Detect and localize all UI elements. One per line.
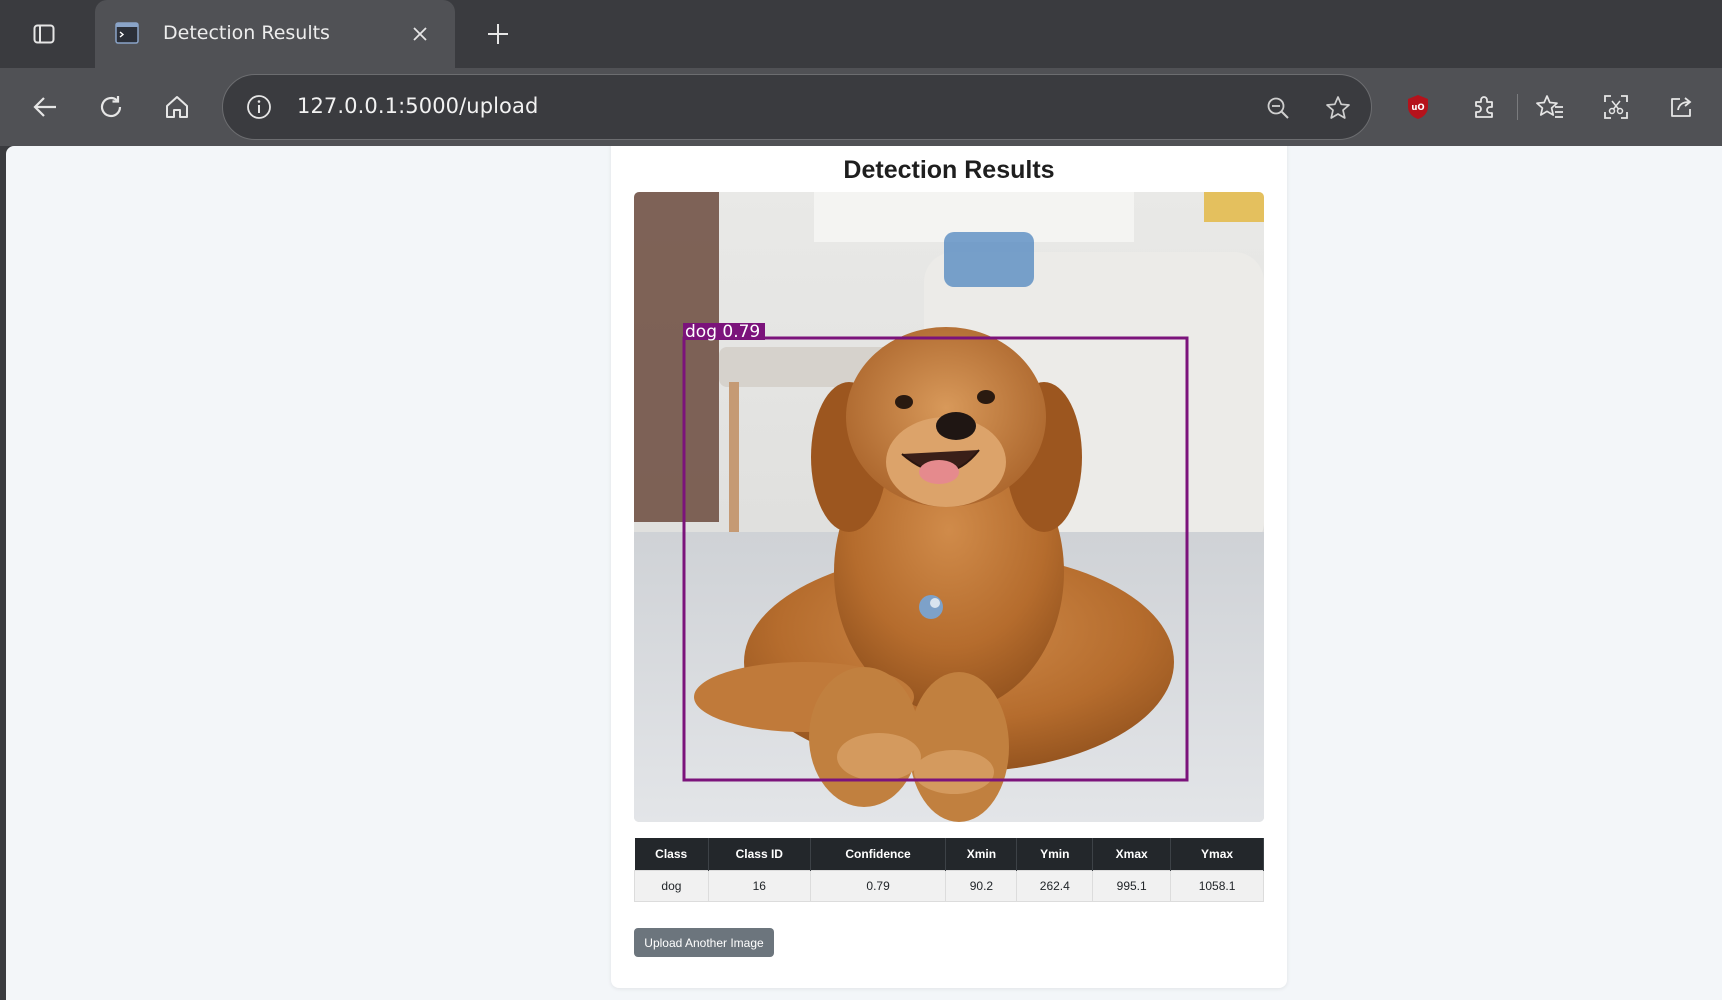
- url-text[interactable]: 127.0.0.1:5000/upload: [297, 94, 538, 118]
- column-header: Xmax: [1092, 838, 1172, 870]
- toolbar-divider: [1517, 94, 1518, 120]
- favorites-icon[interactable]: [1528, 85, 1572, 129]
- table-cell: 1058.1: [1170, 869, 1264, 902]
- page-title: Detection Results: [843, 156, 1055, 184]
- close-icon[interactable]: [405, 19, 435, 49]
- table-row: dog 16 0.79 90.2 262.4 995.1 1058.1: [634, 869, 1264, 902]
- plus-icon[interactable]: [476, 14, 520, 54]
- ublock-icon[interactable]: uO: [1396, 85, 1440, 129]
- svg-text:uO: uO: [1411, 103, 1424, 113]
- results-card: Detection Results dog 0.79 Class Class I…: [611, 146, 1287, 988]
- back-arrow-icon[interactable]: [23, 85, 67, 129]
- detection-result-image: dog 0.79: [634, 192, 1264, 822]
- zoom-out-icon[interactable]: [1261, 91, 1295, 125]
- tab-detection-results[interactable]: Detection Results: [95, 0, 455, 68]
- refresh-icon[interactable]: [89, 85, 133, 129]
- table-cell: 16: [707, 869, 811, 902]
- table-header-row: Class Class ID Confidence Xmin Ymin Xmax…: [634, 838, 1264, 870]
- tab-actions-icon[interactable]: [20, 14, 68, 54]
- tab-title: Detection Results: [163, 22, 330, 44]
- column-header: Xmin: [945, 838, 1018, 870]
- detections-table: Class Class ID Confidence Xmin Ymin Xmax…: [634, 838, 1264, 902]
- column-header: Class ID: [708, 838, 811, 870]
- star-icon[interactable]: [1321, 91, 1355, 125]
- page-viewport: Detection Results dog 0.79 Class Class I…: [6, 146, 1722, 1000]
- tab-strip: Detection Results: [0, 0, 1722, 68]
- home-icon[interactable]: [155, 85, 199, 129]
- table-cell: 995.1: [1092, 869, 1172, 902]
- puzzle-icon[interactable]: [1462, 85, 1506, 129]
- column-header: Confidence: [810, 838, 947, 870]
- table-cell: dog: [634, 869, 709, 902]
- table-cell: 0.79: [809, 869, 947, 902]
- terminal-favicon-icon: [115, 22, 139, 44]
- upload-another-image-button[interactable]: Upload Another Image: [634, 928, 774, 957]
- detection-label: dog 0.79: [685, 322, 760, 342]
- screenshot-icon[interactable]: [1594, 85, 1638, 129]
- table-cell: 262.4: [1016, 869, 1094, 902]
- address-bar[interactable]: 127.0.0.1:5000/upload: [222, 74, 1372, 140]
- table-cell: 90.2: [945, 869, 1018, 902]
- column-header: Ymax: [1170, 838, 1264, 870]
- browser-toolbar: 127.0.0.1:5000/upload uO: [0, 68, 1722, 146]
- column-header: Ymin: [1016, 838, 1094, 870]
- column-header: Class: [634, 838, 709, 870]
- share-icon[interactable]: [1660, 85, 1704, 129]
- info-icon[interactable]: [243, 91, 275, 123]
